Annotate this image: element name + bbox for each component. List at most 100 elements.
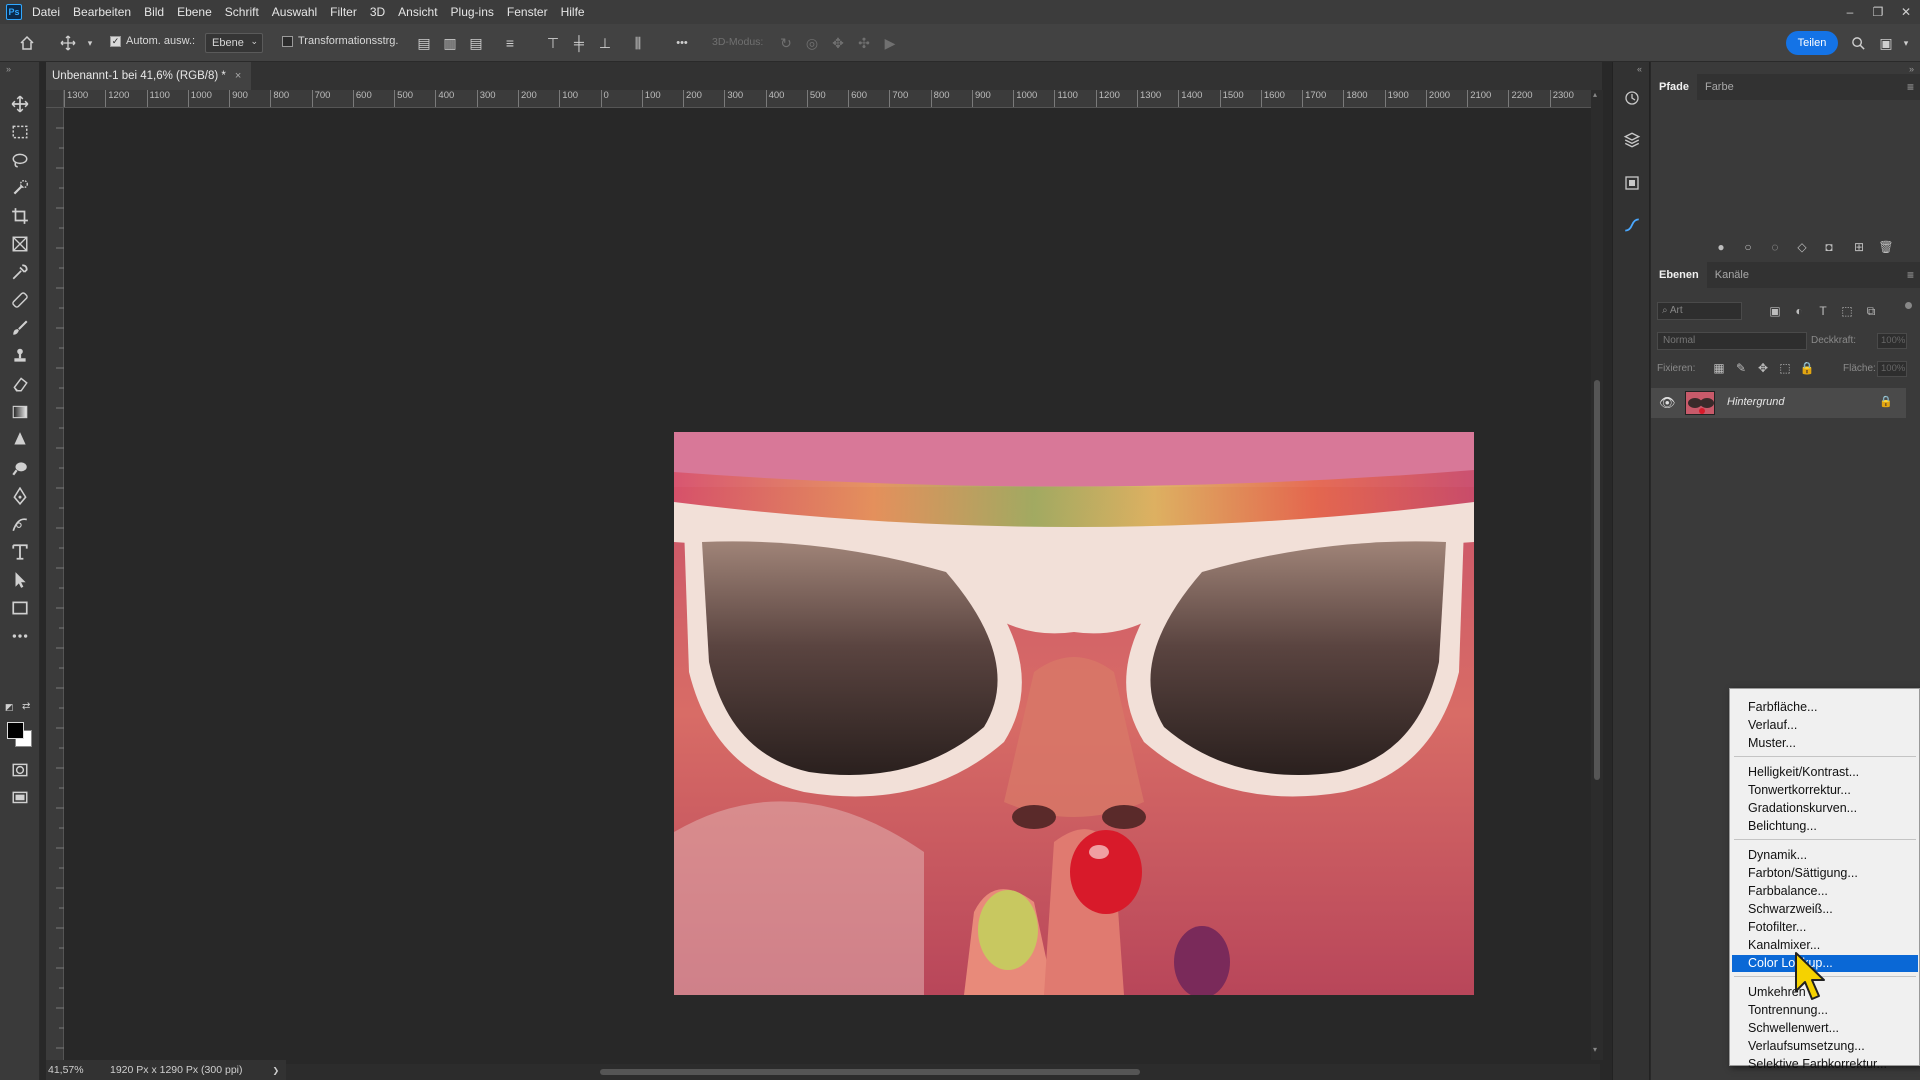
healing-brush-tool-icon[interactable]	[8, 288, 32, 312]
menu-ebene[interactable]: Ebene	[177, 5, 212, 19]
blend-mode-select[interactable]: Normal	[1657, 332, 1807, 350]
3d-slide-icon[interactable]: ✣	[854, 33, 874, 53]
3d-roll-icon[interactable]: ◎	[802, 33, 822, 53]
layer-thumbnail[interactable]	[1685, 391, 1715, 415]
pen-tool-icon[interactable]	[8, 484, 32, 508]
layers-stack-icon[interactable]	[1622, 130, 1642, 150]
layer-filter-input[interactable]: ⌕ Art	[1657, 302, 1742, 320]
align-left-icon[interactable]: ▤	[414, 33, 434, 53]
stamp-tool-icon[interactable]	[8, 344, 32, 368]
menu-plugins[interactable]: Plug-ins	[451, 5, 494, 19]
menu-item[interactable]: Schwarzweiß...	[1732, 901, 1918, 918]
libraries-icon[interactable]	[1622, 173, 1642, 193]
more-tools-icon[interactable]	[8, 624, 32, 648]
more-options-icon[interactable]: •••	[672, 33, 692, 53]
collapse-arrows-icon[interactable]: »	[6, 64, 11, 74]
menu-item[interactable]: Dynamik...	[1732, 847, 1918, 864]
3d-camera-icon[interactable]: ▶	[880, 33, 900, 53]
curves-icon[interactable]	[1622, 215, 1642, 235]
filter-smart-object-icon[interactable]: ⧉	[1863, 303, 1879, 319]
canvas-area[interactable]	[64, 108, 1591, 1060]
menu-3d[interactable]: 3D	[370, 5, 385, 19]
foreground-color-swatch[interactable]	[7, 722, 24, 739]
lock-pixels-icon[interactable]: ✎	[1733, 360, 1749, 376]
workspace-icon[interactable]: ▣	[1876, 33, 1896, 53]
search-icon[interactable]	[1848, 33, 1868, 53]
menu-datei[interactable]: Datei	[32, 5, 60, 19]
align-center-icon[interactable]: ▥	[440, 33, 460, 53]
path-to-selection-icon[interactable]: ◌	[1767, 239, 1783, 255]
menu-schrift[interactable]: Schrift	[225, 5, 259, 19]
tab-ebenen[interactable]: Ebenen	[1651, 262, 1707, 288]
close-icon[interactable]: ×	[235, 70, 241, 82]
history-icon[interactable]	[1622, 88, 1642, 108]
tab-pfade[interactable]: Pfade	[1651, 74, 1697, 100]
filter-shape-icon[interactable]: ⬚	[1839, 303, 1855, 319]
align-middle-icon[interactable]: ╪	[569, 33, 589, 53]
menu-item[interactable]: Selektive Farbkorrektur...	[1732, 1056, 1918, 1073]
lock-artboard-icon[interactable]: ⬚	[1777, 360, 1793, 376]
tab-farbe[interactable]: Farbe	[1697, 74, 1742, 100]
new-path-icon[interactable]: ⊞	[1851, 239, 1867, 255]
opacity-input[interactable]: 100%	[1877, 333, 1907, 349]
auto-select-checkbox[interactable]: ✓ Autom. ausw.:	[110, 35, 195, 47]
gradient-tool-icon[interactable]	[8, 400, 32, 424]
frame-tool-icon[interactable]	[8, 232, 32, 256]
eyedropper-tool-icon[interactable]	[8, 260, 32, 284]
lock-icon[interactable]: 🔒	[1879, 395, 1893, 408]
eraser-tool-icon[interactable]	[8, 372, 32, 396]
menu-item[interactable]: Fotofilter...	[1732, 919, 1918, 936]
menu-item[interactable]: Schwellenwert...	[1732, 1020, 1918, 1037]
scroll-up-icon[interactable]: ▴	[1593, 90, 1597, 99]
lock-transparency-icon[interactable]: ▦	[1711, 360, 1727, 376]
horizontal-ruler[interactable]: 1300 1200 1100 1000 900 800 700 600 500 400 300 200…	[64, 90, 1591, 108]
move-tool-icon[interactable]	[8, 92, 32, 116]
collapse-arrows-icon[interactable]: »	[1909, 64, 1914, 74]
panel-menu-icon[interactable]: ≡	[1907, 268, 1914, 282]
filter-image-icon[interactable]: ▣	[1767, 303, 1783, 319]
path-selection-tool-icon[interactable]	[8, 568, 32, 592]
document-tab[interactable]: Unbenannt-1 bei 41,6% (RGB/8) * ×	[46, 62, 251, 90]
scroll-down-icon[interactable]: ▾	[1593, 1045, 1597, 1054]
menu-item[interactable]: Verlaufsumsetzung...	[1732, 1038, 1918, 1055]
layer-row[interactable]: 👁 Hintergrund 🔒	[1651, 388, 1906, 418]
chevron-down-icon[interactable]: ▾	[80, 33, 100, 53]
3d-orbit-icon[interactable]: ↻	[776, 33, 796, 53]
vertical-ruler[interactable]	[46, 108, 64, 1060]
layer-name[interactable]: Hintergrund	[1727, 396, 1784, 408]
menu-item[interactable]: Farbbalance...	[1732, 883, 1918, 900]
menu-item[interactable]: Muster...	[1732, 735, 1918, 752]
restore-button[interactable]: ❐	[1864, 0, 1892, 24]
menu-bild[interactable]: Bild	[144, 5, 164, 19]
rectangle-tool-icon[interactable]	[8, 596, 32, 620]
menu-item[interactable]: Tontrennung...	[1732, 1002, 1918, 1019]
swap-colors-icon[interactable]: ⇄	[22, 701, 30, 712]
default-colors-icon[interactable]: ◩	[5, 702, 14, 713]
filter-adjustment-icon[interactable]: ◐	[1791, 303, 1807, 319]
lasso-tool-icon[interactable]	[8, 148, 32, 172]
filter-type-icon[interactable]: T	[1815, 303, 1831, 319]
fill-path-icon[interactable]: ●	[1713, 239, 1729, 255]
checkbox-checked-icon[interactable]: ✓	[110, 35, 121, 47]
quick-mask-icon[interactable]	[8, 758, 32, 782]
lock-all-icon[interactable]: 🔒	[1799, 360, 1815, 376]
chevron-down-icon[interactable]: ▾	[1896, 33, 1916, 53]
align-top-icon[interactable]: ⊤	[543, 33, 563, 53]
menu-fenster[interactable]: Fenster	[507, 5, 548, 19]
brush-tool-icon[interactable]	[8, 316, 32, 340]
menu-item[interactable]: Belichtung...	[1732, 818, 1918, 835]
distribute-vertical-icon[interactable]: ⫼	[628, 33, 648, 53]
horizontal-scrollbar[interactable]	[280, 1064, 1600, 1080]
minimize-button[interactable]: –	[1836, 0, 1864, 24]
zoom-level[interactable]: 41,57%	[48, 1064, 98, 1076]
menu-filter[interactable]: Filter	[330, 5, 357, 19]
ruler-origin[interactable]	[46, 90, 64, 108]
stroke-path-icon[interactable]: ○	[1740, 239, 1756, 255]
checkbox-unchecked-icon[interactable]	[282, 35, 293, 47]
filter-toggle-icon[interactable]	[1905, 302, 1912, 309]
menu-hilfe[interactable]: Hilfe	[561, 5, 585, 19]
align-right-icon[interactable]: ▤	[466, 33, 486, 53]
3d-pan-icon[interactable]: ✥	[828, 33, 848, 53]
panel-menu-icon[interactable]: ≡	[1907, 80, 1914, 94]
layer-group-select[interactable]: Ebene ⌄	[205, 33, 263, 53]
